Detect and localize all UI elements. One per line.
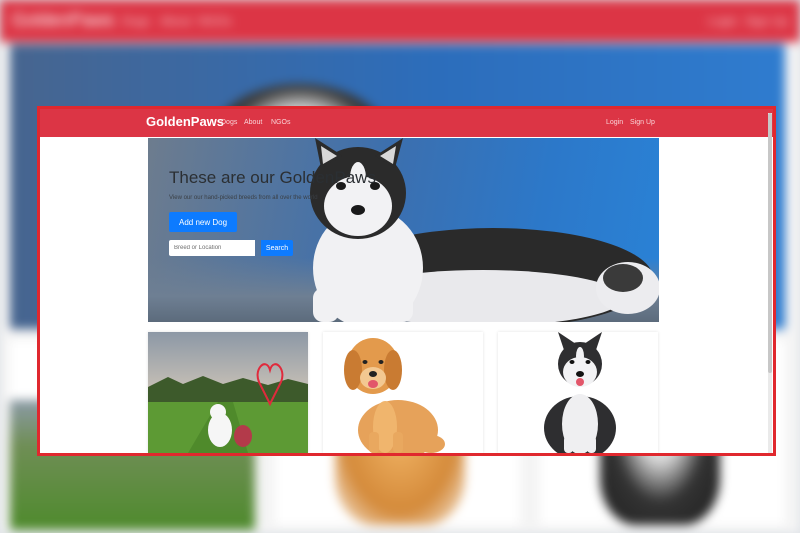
bg-nav-link: About bbox=[160, 14, 192, 28]
page-title: These are our GoldenPaws bbox=[169, 168, 376, 187]
hero-subtitle: View our our hand-picked breeds from all… bbox=[169, 195, 318, 201]
add-new-dog-button[interactable]: Add new Dog bbox=[169, 212, 237, 232]
dog-card[interactable] bbox=[498, 332, 658, 453]
nav-link-ngos[interactable]: NGOs bbox=[271, 119, 290, 126]
dog-card-image bbox=[148, 332, 308, 453]
scrollbar[interactable] bbox=[768, 113, 772, 453]
dog-card-image bbox=[323, 332, 483, 453]
search-button[interactable]: Search bbox=[261, 240, 293, 256]
bg-nav-link: Login bbox=[708, 14, 738, 28]
dog-card-image bbox=[498, 332, 658, 453]
bg-brand: GoldenPaws bbox=[12, 10, 115, 30]
hero-jumbotron: These are our GoldenPaws View our our ha… bbox=[148, 138, 659, 322]
dog-card[interactable] bbox=[148, 332, 308, 453]
login-link[interactable]: Login bbox=[606, 119, 623, 126]
nav-link-about[interactable]: About bbox=[244, 119, 262, 126]
dog-card[interactable] bbox=[323, 332, 483, 453]
brand-logo[interactable]: GoldenPaws bbox=[146, 114, 224, 129]
bg-nav-link: Dogs bbox=[122, 14, 151, 28]
navbar: GoldenPaws Dogs About NGOs Login Sign Up bbox=[40, 109, 773, 137]
bg-navbar: GoldenPaws Dogs About NGOs Login Sign Up bbox=[0, 0, 800, 42]
husky-hero-image bbox=[310, 138, 659, 322]
bg-nav-link: NGOs bbox=[198, 14, 232, 28]
search-input[interactable] bbox=[169, 240, 255, 256]
signup-link[interactable]: Sign Up bbox=[630, 119, 655, 126]
nav-link-dogs[interactable]: Dogs bbox=[221, 119, 237, 126]
scrollbar-thumb[interactable] bbox=[768, 113, 772, 373]
highlighted-window: GoldenPaws Dogs About NGOs Login Sign Up bbox=[37, 106, 776, 456]
bg-nav-link: Sign Up bbox=[745, 14, 788, 28]
